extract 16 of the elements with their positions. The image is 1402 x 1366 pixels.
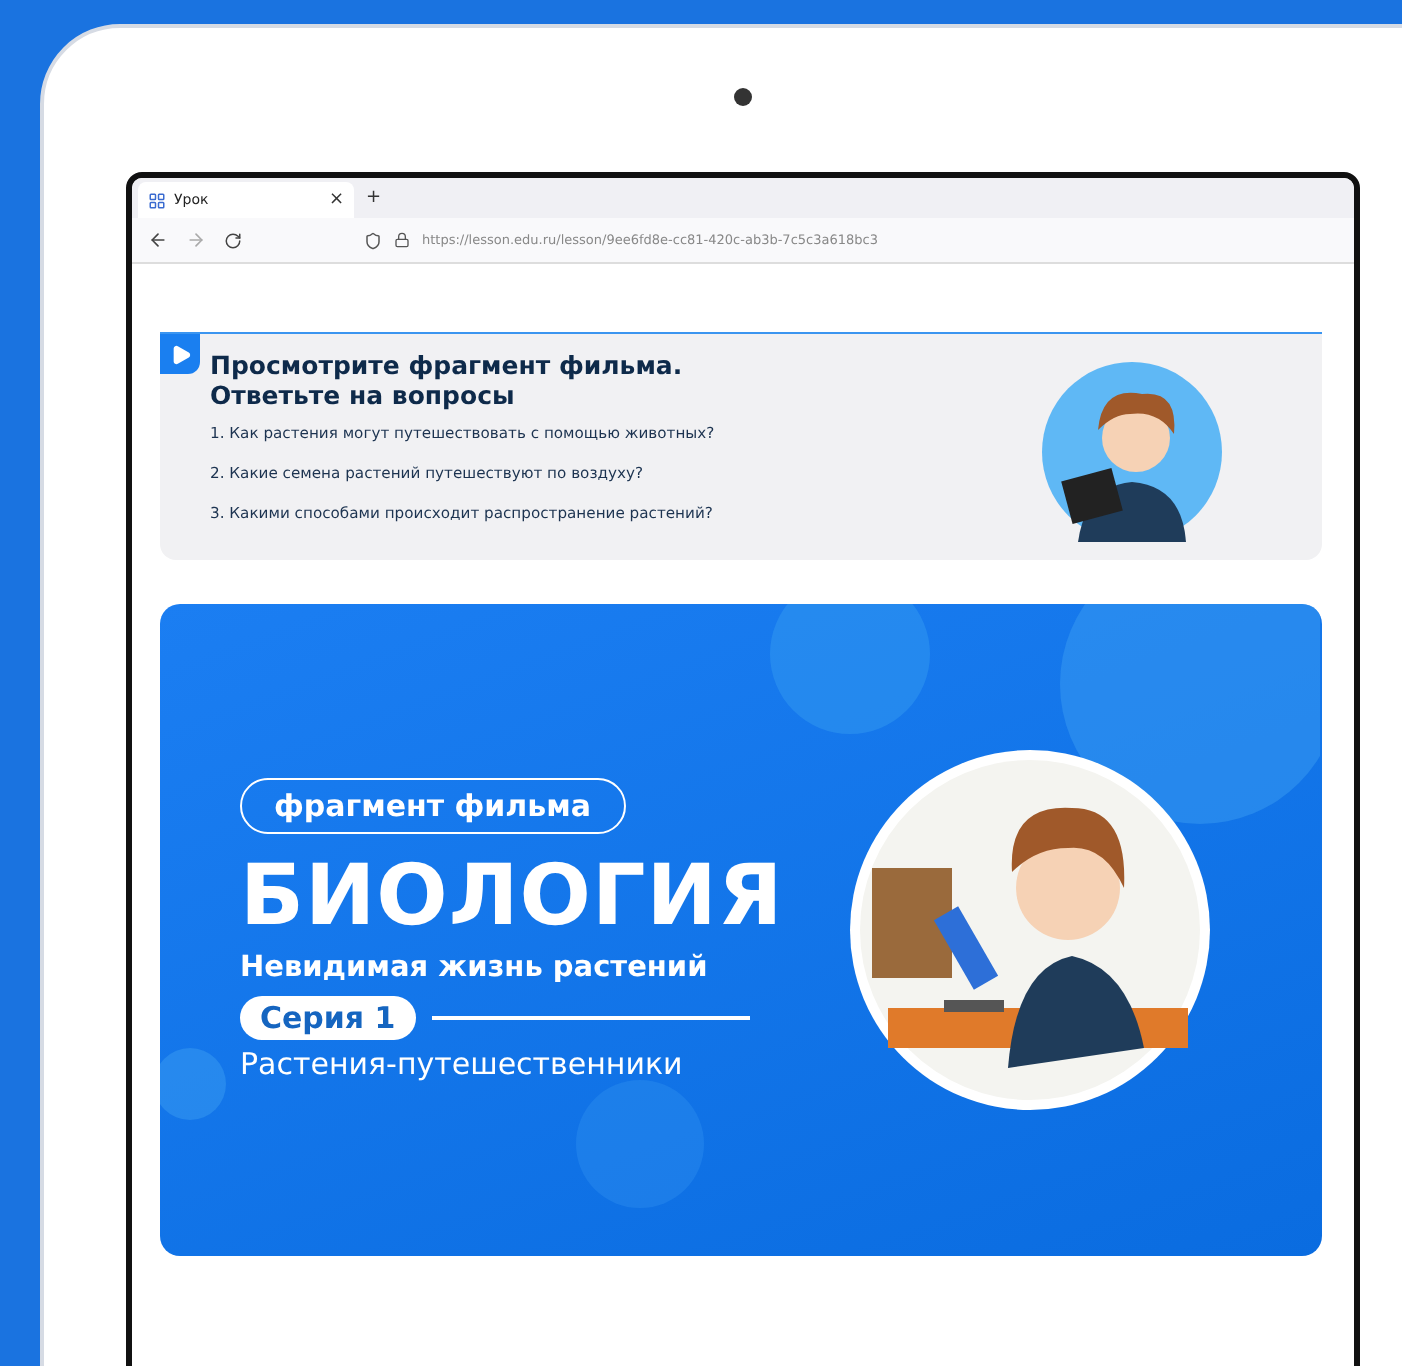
- camera-dot: [734, 88, 752, 106]
- series-label: Серия 1: [240, 996, 416, 1040]
- film-title: Невидимая жизнь растений: [240, 952, 708, 984]
- lock-icon: [394, 232, 410, 248]
- play-badge: [160, 334, 200, 374]
- task-title: Ответьте на вопросы: [210, 380, 517, 410]
- shield-icon: [364, 231, 382, 249]
- close-icon[interactable]: ×: [328, 190, 344, 210]
- new-tab-button[interactable]: +: [366, 188, 382, 208]
- film-fragment-label: фрагмент фильма: [240, 778, 626, 834]
- reload-icon[interactable]: [224, 231, 242, 249]
- page-icon: [148, 191, 166, 209]
- subject-title: БИОЛОГИЯ: [240, 846, 784, 944]
- episode-title: Растения-путешественники: [240, 1046, 683, 1082]
- back-icon[interactable]: [148, 230, 168, 250]
- task-title: Просмотрите фрагмент фильма.: [210, 350, 685, 380]
